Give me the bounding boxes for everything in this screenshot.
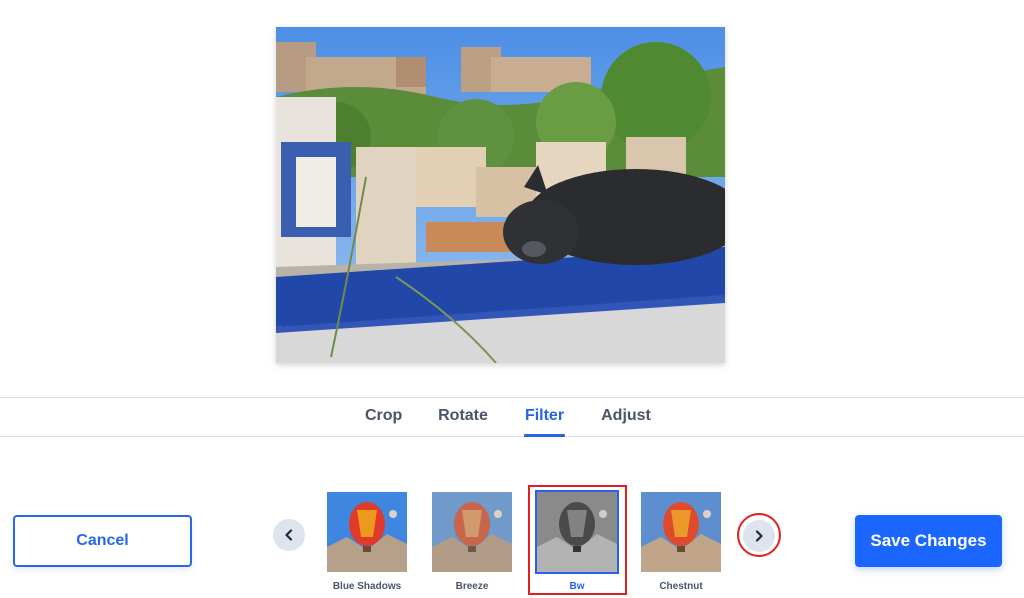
cancel-button[interactable]: Cancel xyxy=(13,515,192,567)
filter-label: Chestnut xyxy=(659,581,703,592)
filter-label: Bw xyxy=(569,581,585,592)
filter-thumb-breeze[interactable]: Breeze xyxy=(432,492,512,592)
filter-thumb-blue-shadows[interactable]: Blue Shadows xyxy=(327,492,407,592)
editor-tab-bar: Crop Rotate Filter Adjust xyxy=(0,397,1024,437)
next-filters-button[interactable] xyxy=(743,520,775,552)
filter-preview-image xyxy=(432,492,512,572)
photo-preview xyxy=(276,27,725,363)
filter-preview-image xyxy=(641,492,721,572)
chevron-left-icon xyxy=(283,529,295,541)
prev-filters-button[interactable] xyxy=(273,519,305,551)
filter-label: Blue Shadows xyxy=(332,581,402,592)
tab-crop[interactable]: Crop xyxy=(365,398,402,437)
filter-preview-image xyxy=(327,492,407,572)
save-changes-button[interactable]: Save Changes xyxy=(855,515,1002,567)
tab-adjust[interactable]: Adjust xyxy=(601,398,651,437)
tab-rotate[interactable]: Rotate xyxy=(437,398,489,437)
filter-preview-image xyxy=(535,490,619,574)
filter-thumb-chestnut[interactable]: Chestnut xyxy=(641,492,721,592)
tab-filter[interactable]: Filter xyxy=(524,398,565,437)
chevron-right-icon xyxy=(753,530,765,542)
filter-label: Breeze xyxy=(455,581,489,592)
filter-thumb-bw[interactable]: Bw xyxy=(535,490,619,592)
